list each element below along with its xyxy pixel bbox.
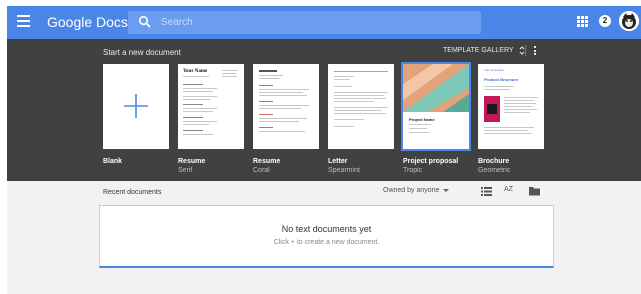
template-resume-coral[interactable]: Resume Coral xyxy=(253,64,319,175)
thumb-brochure-title: Product Brochure xyxy=(484,77,519,82)
template-thumbnail: Your Company Product Brochure xyxy=(478,64,544,149)
template-thumbnail: Your Name xyxy=(178,64,244,149)
template-name: Blank xyxy=(103,158,123,165)
empty-state-title: No text documents yet xyxy=(281,224,372,234)
thumb-graphic xyxy=(403,64,469,112)
owner-filter-dropdown[interactable]: Owned by anyone xyxy=(383,187,450,194)
template-name: Letter xyxy=(328,158,348,165)
empty-documents-panel: No text documents yet Click + to create … xyxy=(99,205,554,268)
owner-filter-label: Owned by anyone xyxy=(383,187,440,194)
divider xyxy=(525,45,526,56)
template-name: Project proposal xyxy=(403,158,459,165)
thumb-brochure-company: Your Company xyxy=(484,68,504,72)
template-thumbnail xyxy=(328,64,394,149)
caret-down-icon xyxy=(443,188,450,192)
template-brochure-geometric[interactable]: Your Company Product Brochure Brochure G… xyxy=(478,64,544,175)
template-subtitle: Spearmint xyxy=(328,167,360,174)
docs-window: Google Docs 2 Start a new document TEMPL… xyxy=(7,6,641,294)
template-subtitle: Geometric xyxy=(478,167,511,174)
search-icon xyxy=(138,15,151,28)
template-subtitle: Tropic xyxy=(403,167,423,174)
sort-az-label: AZ xyxy=(504,186,513,193)
list-view-icon[interactable] xyxy=(481,186,492,196)
template-heading: Start a new document xyxy=(103,48,181,57)
template-gallery-button[interactable]: TEMPLATE GALLERY xyxy=(443,46,525,55)
empty-state-subtitle: Click + to create a new document. xyxy=(273,239,380,246)
template-blank[interactable]: Blank xyxy=(103,64,169,166)
template-thumbnail xyxy=(103,64,169,149)
thumb-proposal-title: Project Name xyxy=(409,117,435,122)
template-name: Resume xyxy=(178,158,206,165)
expand-collapse-icon xyxy=(519,46,524,55)
template-resume-serif[interactable]: Your Name Resume Serif xyxy=(178,64,244,175)
folder-icon[interactable] xyxy=(529,186,540,196)
template-thumbnail xyxy=(253,64,319,149)
avatar[interactable] xyxy=(619,11,639,31)
more-options-icon[interactable] xyxy=(534,46,537,55)
sort-az-icon[interactable]: AZ xyxy=(504,186,513,193)
template-letter-spearmint[interactable]: Letter Spearmint xyxy=(328,64,394,175)
template-project-proposal[interactable]: Project Name Project proposal Tropic xyxy=(401,62,471,175)
app-title[interactable]: Google Docs xyxy=(47,12,128,32)
template-name: Brochure xyxy=(478,158,510,165)
apps-grid-icon[interactable] xyxy=(577,16,588,27)
search-box[interactable] xyxy=(128,11,481,34)
thumb-photo-detail xyxy=(487,104,497,114)
top-bar: Google Docs 2 xyxy=(7,6,641,39)
search-input[interactable] xyxy=(161,14,461,31)
thumb-resume-name: Your Name xyxy=(183,69,208,74)
template-subtitle: Serif xyxy=(178,167,193,174)
template-name: Resume xyxy=(253,158,281,165)
notification-badge[interactable]: 2 xyxy=(599,15,611,27)
template-section: Start a new document TEMPLATE GALLERY Bl… xyxy=(7,39,641,181)
template-subtitle: Coral xyxy=(253,167,270,174)
recent-documents-heading: Recent documents xyxy=(103,189,162,196)
template-gallery-label: TEMPLATE GALLERY xyxy=(443,47,514,54)
template-thumbnail: Project Name xyxy=(401,62,471,151)
plus-icon xyxy=(124,94,148,118)
hamburger-menu-icon[interactable] xyxy=(17,15,30,27)
avatar-image xyxy=(619,11,639,31)
